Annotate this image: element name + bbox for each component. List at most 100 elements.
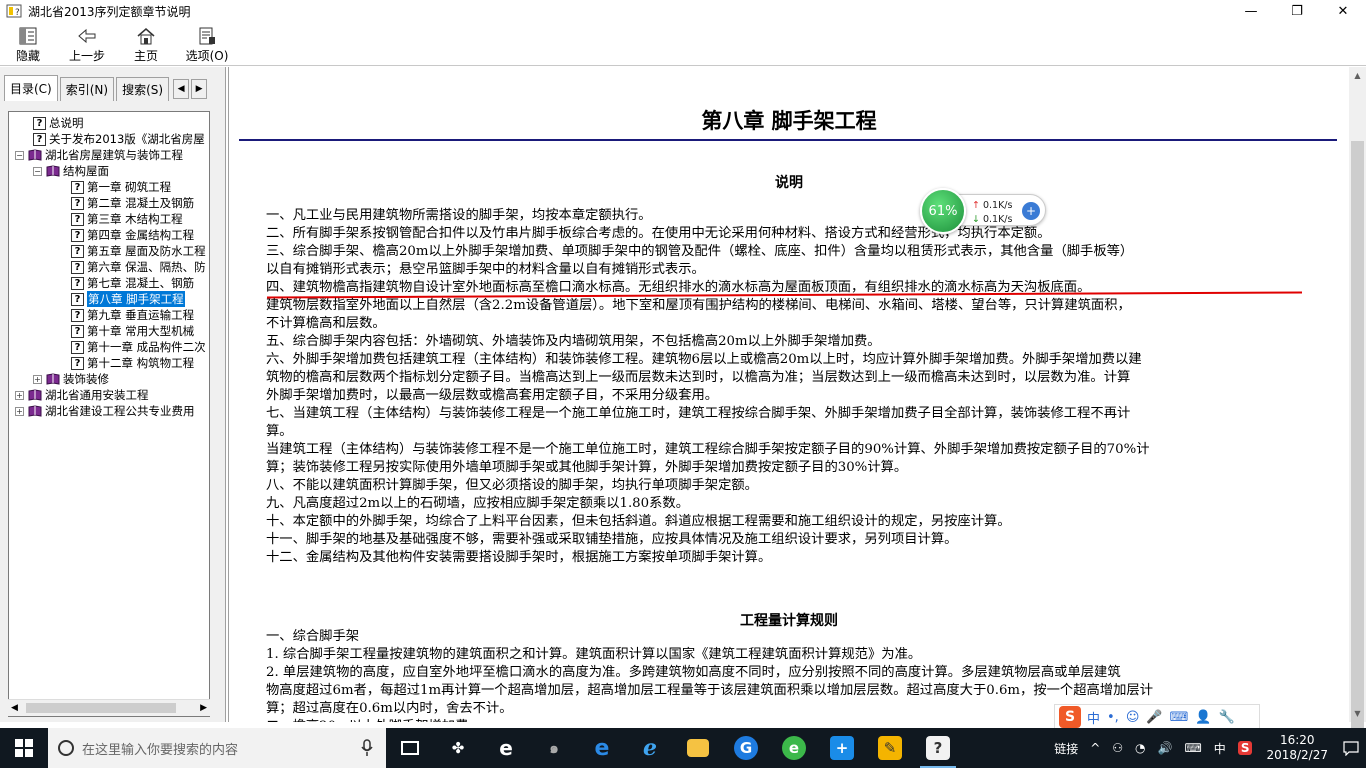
notes-paragraph: 五、综合脚手架内容包括：外墙砌筑、外墙装饰及内墙砌筑用架，不包括檐高20m以上外… <box>266 334 881 349</box>
microphone-icon[interactable] <box>360 739 374 757</box>
expand-icon[interactable]: + <box>15 390 24 400</box>
tree-item[interactable]: ? 第七章 混凝土、钢筋 <box>71 275 194 291</box>
options-button[interactable]: 选项(O) <box>174 22 240 66</box>
notes-paragraph: 十一、脚手架的地基及基础强度不够，需要补强或采取铺垫措施，应按具体情况及施工组织… <box>266 532 958 547</box>
scroll-right-icon[interactable]: ▶ <box>200 703 207 713</box>
ime-emoji-icon[interactable]: ☺ <box>1126 710 1140 725</box>
taskbar-app-ie[interactable]: ℯ <box>626 728 674 768</box>
tray-network-icon[interactable]: ◔ <box>1135 741 1145 755</box>
start-button[interactable] <box>0 728 48 768</box>
tree-item[interactable]: ? 第三章 木结构工程 <box>71 211 183 227</box>
tree-item[interactable]: ? 总说明 <box>33 115 84 131</box>
ime-keyboard-icon[interactable]: ⌨ <box>1170 710 1189 725</box>
internet-explorer-icon: ℯ <box>643 735 657 761</box>
expand-icon[interactable]: + <box>33 374 42 384</box>
tree-item-label: 第一章 砌筑工程 <box>87 180 172 194</box>
taskbar-app-notes[interactable]: ✎ <box>866 728 914 768</box>
tab-scroll-left-icon[interactable]: ◀ <box>173 79 190 99</box>
taskbar-app-swirl[interactable]: ๑ <box>530 728 578 768</box>
tree-item[interactable]: ? 关于发布2013版《湖北省房屋 <box>33 131 205 147</box>
hide-button[interactable]: 隐藏 <box>0 22 56 66</box>
scroll-down-icon[interactable]: ▼ <box>1349 705 1366 722</box>
tab-contents[interactable]: 目录(C) <box>4 75 58 101</box>
help-topic-icon: ? <box>71 324 84 338</box>
tree-item-label: 第二章 混凝土及钢筋 <box>87 196 195 210</box>
restore-button[interactable]: ❐ <box>1274 0 1320 22</box>
tree-horizontal-scrollbar[interactable]: ◀ ▶ <box>8 699 210 716</box>
taskbar-search[interactable]: 在这里输入你要搜索的内容 <box>48 728 386 768</box>
taskbar-app-fan[interactable]: ✤ <box>434 728 482 768</box>
ime-mode-toggle[interactable]: 中 <box>1087 708 1100 727</box>
scroll-up-icon[interactable]: ▲ <box>1349 67 1366 84</box>
action-center-button[interactable] <box>1336 728 1366 768</box>
sogou-logo-icon[interactable]: S <box>1059 706 1081 728</box>
tree-item[interactable]: − 湖北省房屋建筑与装饰工程 <box>15 147 183 163</box>
tray-volume-icon[interactable]: 🔊 <box>1158 741 1173 755</box>
network-speed-widget[interactable]: 61% ↑ 0.1K/s ↓ 0.1K/s + <box>920 188 1048 234</box>
tree-item[interactable]: + 装饰装修 <box>33 371 109 387</box>
taskbar-search-input[interactable]: 在这里输入你要搜索的内容 <box>82 739 360 758</box>
tray-people-icon[interactable]: ⚇ <box>1112 741 1123 755</box>
tree-item[interactable]: ? 第十章 常用大型机械 <box>71 323 194 339</box>
ime-user-icon[interactable]: 👤 <box>1195 710 1211 725</box>
minimize-button[interactable]: — <box>1228 0 1274 22</box>
close-button[interactable]: ✕ <box>1320 0 1366 22</box>
tree-item[interactable]: ? 第六章 保温、隔热、防 <box>71 259 206 275</box>
tab-scroll-right-icon[interactable]: ▶ <box>191 79 208 99</box>
tree-item[interactable]: + 湖北省建设工程公共专业费用 <box>15 403 195 419</box>
toolbar: 隐藏 上一步 主页 选项(O) <box>0 22 1366 66</box>
swirl-app-icon: ๑ <box>549 739 559 757</box>
taskbar-app-edge-blue[interactable]: e <box>578 728 626 768</box>
ime-voice-icon[interactable]: 🎤 <box>1146 710 1162 725</box>
collapse-icon[interactable]: − <box>15 150 24 160</box>
taskbar-app-edge[interactable]: e <box>482 728 530 768</box>
tab-index[interactable]: 索引(N) <box>59 77 115 101</box>
tree-item-label: 湖北省房屋建筑与装饰工程 <box>45 148 183 162</box>
taskbar-app-g[interactable]: G <box>722 728 770 768</box>
taskbar-app-explorer[interactable] <box>674 728 722 768</box>
expand-icon[interactable]: + <box>15 406 24 416</box>
home-icon <box>137 28 155 45</box>
tray-overflow-chevron-icon[interactable]: ^ <box>1090 741 1100 755</box>
tree-item[interactable]: ? 第八章 脚手架工程 <box>71 291 185 307</box>
tree-item[interactable]: ? 第四章 金属结构工程 <box>71 227 194 243</box>
ime-tools-icon[interactable]: 🔧 <box>1219 710 1235 725</box>
tree-item[interactable]: ? 第二章 混凝土及钢筋 <box>71 195 194 211</box>
upload-speed: ↑ 0.1K/s <box>972 200 1012 211</box>
scroll-left-icon[interactable]: ◀ <box>11 703 18 713</box>
home-button[interactable]: 主页 <box>118 22 174 66</box>
scroll-thumb[interactable] <box>26 703 176 713</box>
tree-item[interactable]: + 湖北省通用安装工程 <box>15 387 149 403</box>
document-vertical-scrollbar[interactable]: ▲ ▼ <box>1349 67 1366 731</box>
document-scroll-thumb[interactable] <box>1351 141 1364 731</box>
chapter-title: 第八章 脚手架工程 <box>701 108 877 133</box>
taskbar-clock[interactable]: 16:20 2018/2/27 <box>1266 733 1328 763</box>
tab-search[interactable]: 搜索(S) <box>116 77 170 101</box>
tree-item[interactable]: − 结构屋面 <box>33 163 109 179</box>
taskbar-app-plus[interactable]: + <box>818 728 866 768</box>
title-bar: ? 湖北省2013序列定额章节说明 — ❐ ✕ <box>0 0 1366 22</box>
task-view-button[interactable] <box>386 728 434 768</box>
tray-keyboard-icon[interactable]: ⌨ <box>1184 741 1201 755</box>
boost-plus-icon[interactable]: + <box>1022 202 1040 220</box>
contents-tree[interactable]: ? 总说明? 关于发布2013版《湖北省房屋 − 湖北省房屋建筑与装饰工程 − 结构屋面? 第… <box>8 111 210 717</box>
tree-item[interactable]: ? 第十二章 构筑物工程 <box>71 355 194 371</box>
tree-item[interactable]: ? 第一章 砌筑工程 <box>71 179 171 195</box>
help-topic-icon: ? <box>71 212 84 226</box>
tree-item[interactable]: ? 第五章 屋面及防水工程 <box>71 243 206 259</box>
help-topic-icon: ? <box>71 276 84 290</box>
ime-punctuation-icon[interactable]: •, <box>1107 710 1119 725</box>
tree-item[interactable]: ? 第十一章 成品构件二次 <box>71 339 206 355</box>
memory-usage-ball[interactable]: 61% <box>920 188 966 234</box>
back-button[interactable]: 上一步 <box>56 22 118 66</box>
tray-language-indicator[interactable]: 中 <box>1214 740 1226 757</box>
tree-item-label: 湖北省建设工程公共专业费用 <box>45 404 195 418</box>
taskbar-app-help[interactable]: ? <box>914 728 962 768</box>
taskbar: 在这里输入你要搜索的内容 ✤ e ๑ e ℯ G e + ✎ ? 链接 ^ ⚇ … <box>0 728 1366 768</box>
taskbar-app-360[interactable]: e <box>770 728 818 768</box>
collapse-icon[interactable]: − <box>33 166 42 176</box>
tree-item[interactable]: ? 第九章 垂直运输工程 <box>71 307 194 323</box>
tray-sogou-icon[interactable]: S <box>1237 741 1253 755</box>
notes-paragraph: 算。 <box>266 424 293 439</box>
tray-link-label[interactable]: 链接 <box>1054 740 1078 757</box>
